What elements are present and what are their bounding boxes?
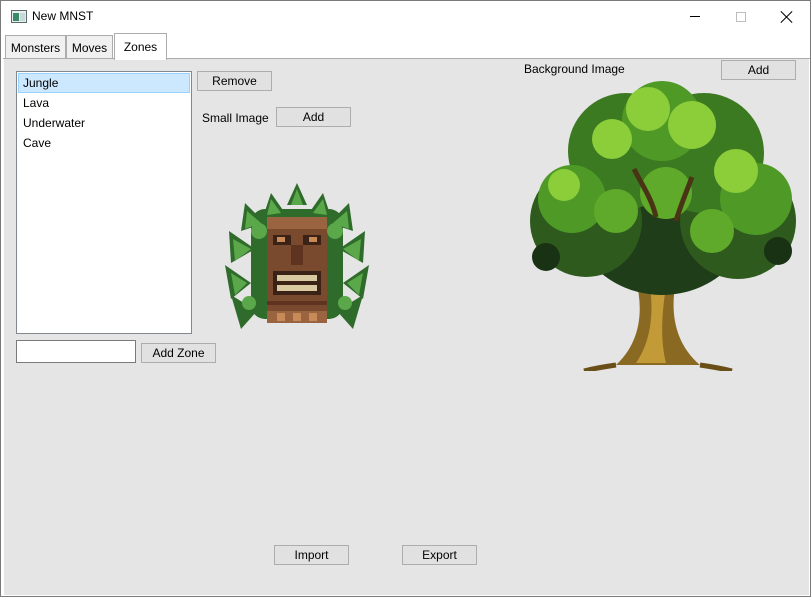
close-icon xyxy=(781,11,793,23)
add-background-image-button[interactable]: Add xyxy=(721,60,796,80)
maximize-button[interactable] xyxy=(718,1,764,32)
maximize-icon xyxy=(736,11,746,22)
import-button[interactable]: Import xyxy=(274,545,349,565)
zone-list-item-jungle[interactable]: Jungle xyxy=(18,73,190,93)
minimize-button[interactable] xyxy=(672,1,718,32)
window-title: New MNST xyxy=(32,9,94,23)
add-zone-button[interactable]: Add Zone xyxy=(141,343,216,363)
app-window: New MNST Monsters Moves Zones Jungle Lav… xyxy=(0,0,811,597)
zones-panel: Jungle Lava Underwater Cave Remove Small… xyxy=(4,59,809,595)
zone-list-item-cave[interactable]: Cave xyxy=(17,133,191,153)
remove-zone-button[interactable]: Remove xyxy=(197,71,272,91)
tree-image xyxy=(530,81,796,371)
mask-face xyxy=(267,217,327,323)
tab-strip: Monsters Moves Zones xyxy=(1,32,810,60)
close-button[interactable] xyxy=(764,1,810,32)
minimize-icon xyxy=(690,16,700,17)
tab-monsters[interactable]: Monsters xyxy=(5,35,66,59)
tab-zones[interactable]: Zones xyxy=(114,33,167,60)
tab-moves[interactable]: Moves xyxy=(66,35,113,59)
title-bar[interactable]: New MNST xyxy=(1,1,810,32)
tiki-mask-image xyxy=(225,183,369,329)
zone-list[interactable]: Jungle Lava Underwater Cave xyxy=(16,71,192,334)
zone-list-item-lava[interactable]: Lava xyxy=(17,93,191,113)
tree-canopy xyxy=(530,81,796,295)
app-window-icon xyxy=(11,10,27,23)
new-zone-input[interactable] xyxy=(16,340,136,363)
zone-list-item-underwater[interactable]: Underwater xyxy=(17,113,191,133)
export-button[interactable]: Export xyxy=(402,545,477,565)
add-small-image-button[interactable]: Add xyxy=(276,107,351,127)
background-image-label: Background Image xyxy=(524,62,625,76)
small-image-label: Small Image xyxy=(202,111,269,125)
